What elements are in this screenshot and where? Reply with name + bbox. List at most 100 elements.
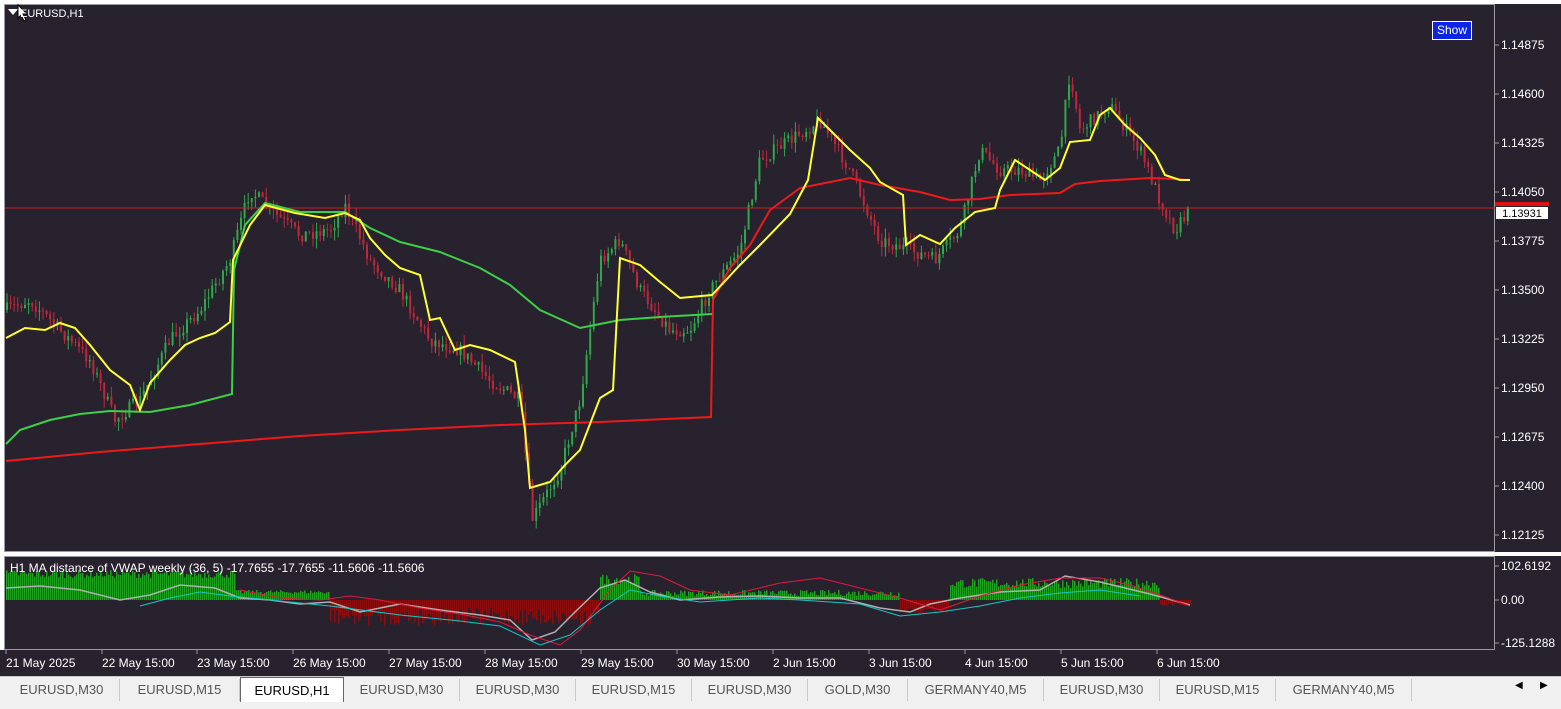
candle-body [412, 313, 415, 317]
indicator-bar [34, 576, 36, 600]
indicator-bar [314, 591, 316, 600]
candle-body [913, 243, 916, 253]
candle-body [614, 239, 617, 250]
indicator-bar [92, 577, 94, 600]
indicator-bar [642, 593, 644, 600]
candle-body [870, 215, 872, 220]
candle-body [247, 202, 250, 204]
candle-body [884, 238, 887, 248]
indicator-bar [154, 570, 156, 600]
indicator-bar [454, 600, 456, 613]
candle-body [556, 480, 559, 485]
candle-body [754, 181, 757, 200]
indicator-bar [322, 592, 324, 600]
tab-eurusd-m30[interactable]: EURUSD,M30 [692, 679, 808, 701]
indicator-bar [956, 582, 958, 600]
candle-body [88, 360, 91, 362]
indicator-bar [342, 600, 344, 619]
indicator-bar [370, 600, 372, 616]
indicator-bar [1168, 600, 1170, 605]
indicator-bar [236, 590, 238, 600]
indicator-bar [794, 593, 796, 600]
candle-body [45, 311, 48, 315]
tab-eurusd-m15[interactable]: EURUSD,M15 [576, 679, 692, 701]
candle-body [1168, 217, 1171, 219]
candle-body [567, 444, 570, 448]
candle-body [1086, 127, 1088, 129]
candle-body [225, 265, 228, 271]
tab-gold-m30[interactable]: GOLD,M30 [808, 679, 908, 701]
indicator-bar [784, 590, 786, 600]
candle-body [1024, 174, 1027, 177]
indicator-bar [616, 578, 618, 600]
tab-eurusd-m15[interactable]: EURUSD,M15 [120, 679, 240, 701]
indicator-bar [1094, 582, 1096, 600]
candle-body [182, 332, 185, 336]
candle-body [729, 260, 732, 265]
indicator-bar [336, 600, 338, 611]
indicator-bar [134, 572, 136, 600]
candle-body [423, 326, 426, 328]
indicator-bar [68, 574, 70, 600]
scroll-left-icon[interactable]: ◀ [1515, 680, 1523, 691]
indicator-bar [952, 584, 954, 600]
indicator-bar [1056, 579, 1058, 600]
candle-body [978, 160, 980, 171]
indicator-bar [56, 572, 58, 600]
candle-body [398, 284, 401, 293]
indicator-bar [196, 575, 198, 600]
show-button[interactable]: Show [1432, 21, 1472, 40]
indicator-bar [984, 579, 986, 600]
indicator-bar [906, 600, 908, 611]
indicator-bar [84, 577, 86, 600]
indicator-bar [222, 576, 224, 600]
candle-body [916, 252, 919, 259]
indicator-bar [848, 591, 850, 600]
indicator-bar [870, 595, 872, 600]
candle-body [956, 235, 959, 239]
time-label: 2 Jun 15:00 [773, 656, 836, 670]
tab-eurusd-m30[interactable]: EURUSD,M30 [460, 679, 576, 701]
tab-eurusd-m30[interactable]: EURUSD,M30 [344, 679, 460, 701]
candle-body [117, 418, 120, 422]
candle-body [333, 227, 336, 231]
indicator-bar [444, 600, 446, 619]
indicator-bar [1162, 600, 1164, 606]
tab-eurusd-m30[interactable]: EURUSD,M30 [1044, 679, 1160, 701]
candle-body [13, 304, 16, 306]
time-label: 27 May 15:00 [389, 656, 462, 670]
candle-body [27, 303, 30, 305]
scroll-right-icon[interactable]: ▶ [1540, 680, 1548, 691]
tab-germany40-m5[interactable]: GERMANY40,M5 [908, 679, 1044, 701]
indicator-bar [132, 570, 134, 600]
candle-body [441, 344, 444, 348]
tab-eurusd-h1[interactable]: EURUSD,H1 [240, 677, 344, 702]
indicator-bar [706, 594, 708, 600]
indicator-bar [416, 600, 418, 619]
candle-body [974, 170, 977, 178]
current-price-label: 1.13931 [1495, 206, 1549, 220]
candle-body [808, 131, 811, 134]
candle-body [495, 388, 498, 390]
candle-body [448, 350, 451, 353]
indicator-bar [86, 574, 88, 600]
indicator-bar [310, 590, 312, 600]
indicator-bar [478, 600, 480, 611]
indicator-bar [884, 594, 886, 600]
indicator-bar [492, 600, 494, 619]
indicator-bar [1088, 585, 1090, 600]
candle-body [859, 180, 862, 196]
candle-body [672, 330, 674, 333]
candle-body [49, 314, 52, 320]
indicator-bar [728, 591, 730, 600]
indicator-bar [1052, 584, 1054, 600]
indicator-bar [468, 600, 470, 609]
tab-eurusd-m15[interactable]: EURUSD,M15 [1160, 679, 1276, 701]
candle-body [204, 299, 206, 311]
candle-body [1053, 156, 1056, 169]
tab-eurusd-m30[interactable]: EURUSD,M30 [4, 679, 120, 701]
tab-germany40-m5[interactable]: GERMANY40,M5 [1276, 679, 1412, 701]
candle-body [96, 373, 98, 375]
indicator-bar [812, 592, 814, 600]
indicator-bar [480, 600, 482, 624]
